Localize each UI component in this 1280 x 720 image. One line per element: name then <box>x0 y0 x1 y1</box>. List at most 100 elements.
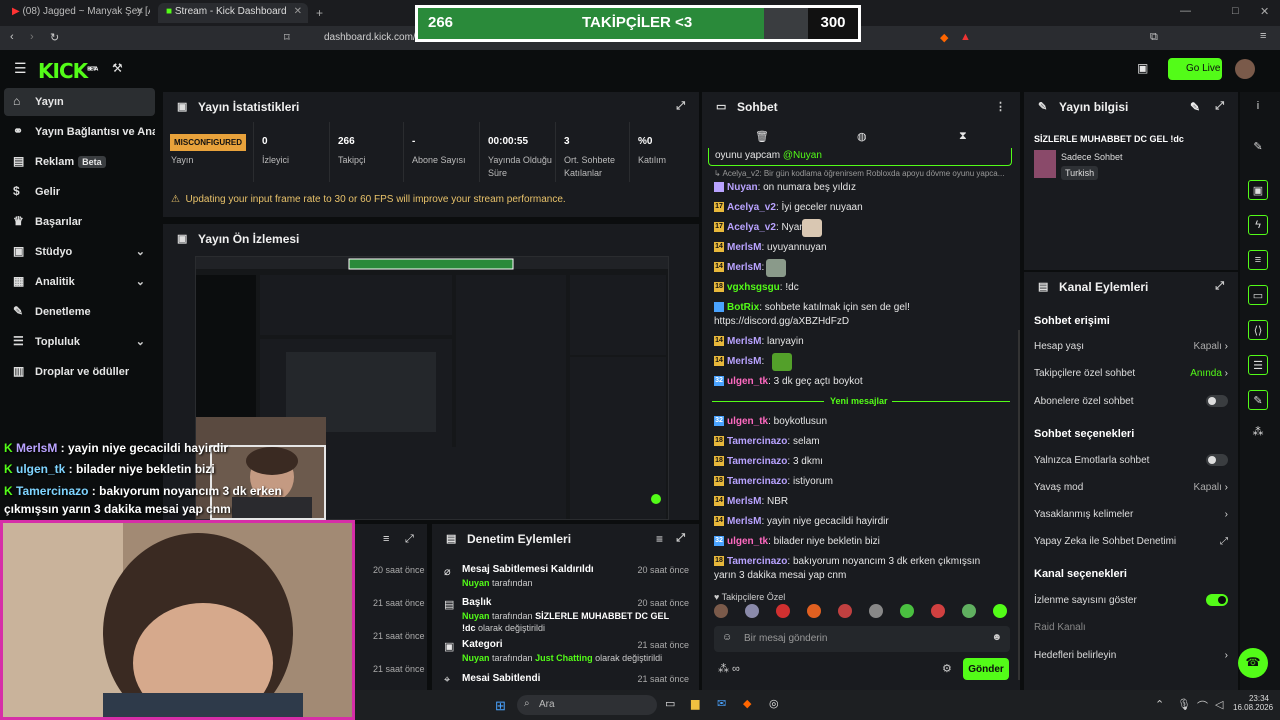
extensions-icon[interactable]: ⧉ <box>1150 31 1158 44</box>
sidebar-item-9[interactable]: ▥ Droplar ve ödüller <box>4 358 155 386</box>
emote-shortcut[interactable] <box>776 604 790 618</box>
chat-message[interactable]: 18 Tamercinazo: bakıyorum noyancım 3 dk e… <box>714 555 1004 583</box>
channel-setting-row[interactable]: Raid Kanalı <box>1034 622 1228 633</box>
channel-setting-row[interactable]: Hesap yaşı Kapalı › <box>1034 341 1228 352</box>
chat-message[interactable]: 14 MerlsM: <box>714 261 1004 275</box>
hourglass-icon[interactable]: ⧗ <box>959 130 967 143</box>
bookmark-icon[interactable]: ⌑ <box>284 31 290 44</box>
menu-icon[interactable]: ≡ <box>1260 30 1266 42</box>
info-icon[interactable]: i <box>1250 100 1266 116</box>
emote-shortcut[interactable] <box>807 604 821 618</box>
brave-rewards-icon[interactable]: ▲ <box>960 31 971 43</box>
channel-setting-row[interactable]: Yalnızca Emotlarla sohbet <box>1034 454 1228 466</box>
layers-icon[interactable]: ☰ <box>1248 355 1268 375</box>
channel-setting-row[interactable]: Yavaş mod Kapalı › <box>1034 482 1228 493</box>
url-field[interactable]: dashboard.kick.com/st <box>300 29 424 47</box>
sidebar-item-3[interactable]: $ Gelir <box>4 178 155 206</box>
obs-icon[interactable]: ◎ <box>769 697 779 710</box>
channel-setting-row[interactable]: İzlenme sayısını göster <box>1034 594 1228 606</box>
chevron-down-icon[interactable]: ⌄ <box>136 275 145 288</box>
mod-action-row[interactable]: ▣ Kategori 21 saat önce Nuyan tarafından Ju… <box>444 639 689 675</box>
minimize-icon[interactable]: — <box>1180 5 1191 17</box>
mail-icon[interactable]: ✉ <box>717 697 726 710</box>
help-chat-button[interactable]: ☎ <box>1238 648 1268 678</box>
wifi-icon[interactable]: ⌒ <box>1197 698 1208 714</box>
wrench-icon[interactable]: ✎ <box>1248 390 1268 410</box>
chat-username[interactable]: vgxhsgsgu <box>727 282 780 293</box>
popout-icon[interactable]: ⤢ <box>676 100 685 113</box>
chat-message[interactable]: 32 ulgen_tk: bilader niye bekletin bizi <box>714 535 1004 549</box>
chat-username[interactable]: Tamercinazo <box>727 436 787 447</box>
kick-logo[interactable]: KICKBETA <box>38 59 98 83</box>
brave-browser-icon[interactable]: ◆ <box>743 697 751 710</box>
chat-bubble-icon[interactable]: ◍ <box>857 130 867 143</box>
chat-message[interactable]: 18 Tamercinazo: istiyorum <box>714 475 1004 489</box>
chevron-down-icon[interactable]: ⌄ <box>136 245 145 258</box>
emote-shortcut[interactable] <box>962 604 976 618</box>
chat-username[interactable]: ulgen_tk <box>727 416 768 427</box>
edit-icon[interactable]: ✎ <box>1190 100 1200 114</box>
channel-setting-row[interactable]: Hedefleri belirleyin › <box>1034 650 1228 661</box>
chat-username[interactable]: MerlsM <box>727 242 761 253</box>
chat-message[interactable]: 14 MerlsM: lanyayin <box>714 335 1004 349</box>
sidebar-item-6[interactable]: ▦ Analitik ⌄ <box>4 268 155 296</box>
sidebar-item-8[interactable]: ☰ Topluluk ⌄ <box>4 328 155 356</box>
apps-icon[interactable]: ⁂ <box>1250 425 1266 441</box>
browser-tab-dashboard[interactable]: ■ Stream - Kick Dashboard ✕ <box>158 3 308 23</box>
sidebar-item-2[interactable]: ▤ Reklam Beta <box>4 148 155 176</box>
chat-message[interactable]: 14 MerlsM: <box>714 355 1004 369</box>
sidebar-item-5[interactable]: ▣ Stüdyo ⌄ <box>4 238 155 266</box>
channel-setting-row[interactable]: Yasaklanmış kelimeler › <box>1034 509 1228 520</box>
sidebar-item-4[interactable]: ♛ Başarılar <box>4 208 155 236</box>
sidebar-item-1[interactable]: ⚭ Yayın Bağlantısı ve Anahtar <box>4 118 155 146</box>
chat-message[interactable]: 18 Tamercinazo: selam <box>714 435 1004 449</box>
mod-action-row[interactable]: ⌀ Mesaj Sabitlemesi Kaldırıldı 20 saat önc… <box>444 564 689 600</box>
chat-username[interactable]: MerlsM <box>727 516 761 527</box>
filter-icon[interactable]: ≡ <box>383 533 389 545</box>
send-button[interactable]: Gönder <box>963 658 1009 680</box>
chat-message[interactable]: 18 Tamercinazo: 3 dkmı <box>714 455 1004 469</box>
more-options-icon[interactable]: ⋮ <box>995 100 1006 113</box>
hamburger-menu-icon[interactable]: ☰ <box>14 60 27 77</box>
chat-username[interactable]: Acelya_v2 <box>727 202 776 213</box>
reload-icon[interactable]: ↻ <box>50 31 59 44</box>
sidebar-item-0[interactable]: ⌂ Yayın <box>4 88 155 116</box>
chat-message[interactable]: 14 MerlsM: yayin niye gecacildi hayirdir <box>714 515 1004 529</box>
toggle-switch[interactable] <box>1206 454 1228 466</box>
toggle-switch[interactable] <box>1206 594 1228 606</box>
channel-setting-row[interactable]: Yapay Zeka ile Sohbet Denetimi ⤢ <box>1034 536 1228 547</box>
chat-message[interactable]: 17 Acelya_v2: Nyan <box>714 221 1004 235</box>
emote-picker-icon[interactable]: ☺ <box>722 632 732 643</box>
emote-shortcut[interactable] <box>714 604 728 618</box>
chat-settings-icon[interactable]: ⚙ <box>942 662 952 675</box>
bolt-icon[interactable]: ϟ <box>1248 215 1268 235</box>
emote-shortcut[interactable] <box>993 604 1007 618</box>
panel-icon[interactable]: ▣ <box>1248 180 1268 200</box>
brave-shield-icon[interactable]: ◆ <box>940 31 948 44</box>
chat-message[interactable]: BotRix: sohbete katılmak için sen de gel… <box>714 301 1004 329</box>
preview-window-icon[interactable]: ▣ <box>1137 61 1148 75</box>
chevron-down-icon[interactable]: ⌄ <box>136 335 145 348</box>
chat-username[interactable]: BotRix <box>727 302 759 313</box>
code-icon[interactable]: ⟨⟩ <box>1248 320 1268 340</box>
mod-action-row[interactable]: ⌖ Mesai Sabitlendi 21 saat önce <box>444 673 689 690</box>
channel-setting-row[interactable]: Takipçilere özel sohbet Anında › <box>1034 368 1228 379</box>
trash-icon[interactable]: 🗑 <box>755 130 769 143</box>
chat-message[interactable]: 32 ulgen_tk: 3 dk geç açtı boykot <box>714 375 1004 389</box>
chat-message[interactable]: 32 ulgen_tk: boykotlusun <box>714 415 1004 429</box>
close-tab-icon[interactable]: ✕ <box>136 6 144 17</box>
clock[interactable]: 23:34 16.08.2026 <box>1233 694 1273 712</box>
chat-username[interactable]: ulgen_tk <box>727 536 768 547</box>
windows-start-icon[interactable]: ⊞ <box>495 698 506 714</box>
chat-message[interactable]: 14 MerlsM: NBR <box>714 495 1004 509</box>
back-icon[interactable]: ‹ <box>10 31 14 43</box>
chat-username[interactable]: Tamercinazo <box>727 476 787 487</box>
file-explorer-icon[interactable]: ▆ <box>691 697 699 710</box>
chat-username[interactable]: Tamercinazo <box>727 456 787 467</box>
new-tab-icon[interactable]: + <box>316 6 323 20</box>
toggle-switch[interactable] <box>1206 395 1228 407</box>
chat-username[interactable]: Nuyan <box>727 182 758 193</box>
sidebar-item-7[interactable]: ✎ Denetleme <box>4 298 155 326</box>
list-icon[interactable]: ≡ <box>1248 250 1268 270</box>
pinned-message[interactable]: oyunu yapcam @Nuyan <box>708 148 1012 166</box>
